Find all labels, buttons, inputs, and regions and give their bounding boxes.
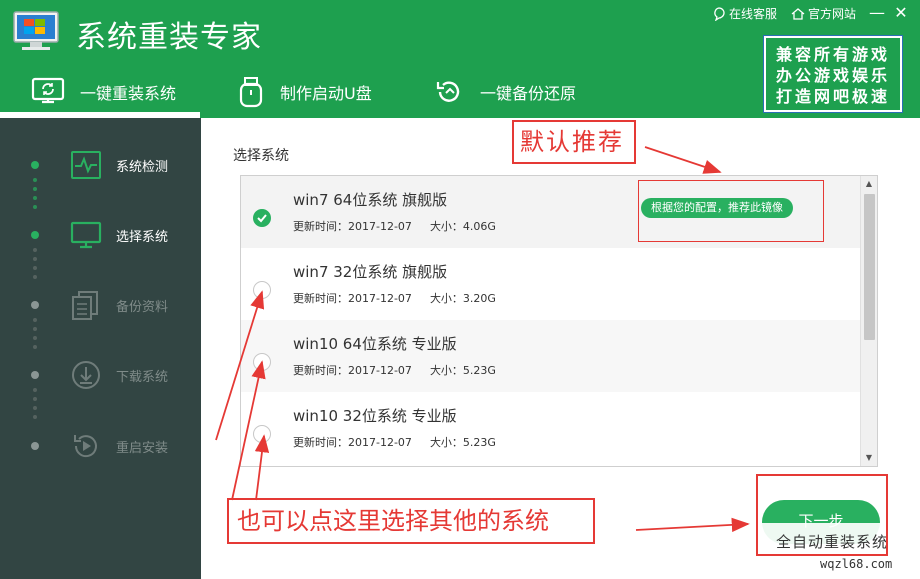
- backup-restore-icon: [436, 81, 460, 102]
- radio-unselected[interactable]: [253, 425, 271, 443]
- step-dot: [31, 301, 39, 309]
- tab-label: 一键重装系统: [80, 84, 177, 103]
- official-site-link[interactable]: 官方网站: [791, 5, 856, 22]
- step-restart-install[interactable]: 重启安装: [0, 426, 201, 466]
- step-select-system[interactable]: 选择系统: [0, 215, 201, 255]
- system-name: win10 64位系统 专业版: [293, 335, 457, 353]
- step-connector: [33, 248, 37, 284]
- step-download-system[interactable]: 下载系统: [0, 355, 201, 395]
- radio-selected[interactable]: [253, 209, 271, 227]
- tab-backup-restore[interactable]: 一键备份还原: [432, 66, 602, 118]
- step-label: 备份资料: [116, 299, 169, 315]
- usb-drive-icon: [239, 77, 263, 108]
- system-meta: 更新时间：2017-12-07 大小：5.23G: [293, 434, 496, 450]
- step-label: 重启安装: [116, 440, 169, 456]
- annotation-badge-box: [638, 180, 824, 242]
- checkmark-icon: [257, 214, 267, 223]
- step-dot: [31, 371, 39, 379]
- step-system-check[interactable]: 系统检测: [0, 145, 201, 185]
- online-service-label: 在线客服: [728, 7, 777, 21]
- online-service-link[interactable]: 在线客服: [712, 5, 777, 22]
- system-meta: 更新时间：2017-12-07 大小：5.23G: [293, 362, 496, 378]
- system-size: 大小：5.23G: [429, 364, 496, 377]
- system-option-win10-32[interactable]: win10 32位系统 专业版 更新时间：2017-12-07 大小：5.23G: [241, 392, 861, 464]
- step-label: 选择系统: [116, 229, 169, 245]
- system-size: 大小：3.20G: [429, 292, 496, 305]
- tab-make-usb[interactable]: 制作启动U盘: [236, 66, 406, 118]
- system-option-win10-64[interactable]: win10 64位系统 专业版 更新时间：2017-12-07 大小：5.23G: [241, 320, 861, 392]
- top-links: 在线客服 官方网站: [712, 5, 856, 22]
- header-bar: 系统重装专家 在线客服 官方网站 — ✕ 兼容所有游戏 办公游戏娱乐 打造网吧极…: [0, 0, 920, 118]
- annotation-next-box: [756, 474, 888, 556]
- radio-unselected[interactable]: [253, 353, 271, 371]
- scroll-thumb[interactable]: [864, 194, 875, 340]
- download-icon: [72, 361, 100, 389]
- step-label: 下载系统: [116, 369, 169, 385]
- arrow-to-badge: [644, 146, 722, 174]
- section-heading: 选择系统: [233, 148, 289, 164]
- close-button[interactable]: ✕: [892, 4, 910, 22]
- update-time: 更新时间：2017-12-07: [293, 292, 412, 305]
- update-time: 更新时间：2017-12-07: [293, 436, 412, 449]
- system-option-win7-32[interactable]: win7 32位系统 旗舰版 更新时间：2017-12-07 大小：3.20G: [241, 248, 861, 320]
- documents-icon: [72, 291, 98, 320]
- tab-label: 一键备份还原: [480, 84, 577, 103]
- desktop-icon: [70, 221, 102, 249]
- update-time: 更新时间：2017-12-07: [293, 220, 412, 233]
- scroll-down-arrow-icon[interactable]: ▼: [861, 450, 877, 466]
- app-title: 系统重装专家: [76, 20, 262, 55]
- system-meta: 更新时间：2017-12-07 大小：3.20G: [293, 290, 496, 306]
- pulse-monitor-icon: [71, 151, 101, 179]
- promo-line: 兼容所有游戏: [775, 45, 890, 64]
- promo-banner: 兼容所有游戏 办公游戏娱乐 打造网吧极速: [763, 35, 903, 113]
- app-logo-icon: [13, 11, 59, 50]
- system-size: 大小：4.06G: [429, 220, 496, 233]
- tab-one-click-reinstall[interactable]: 一键重装系统: [30, 66, 200, 118]
- annotation-other-systems: 也可以点这里选择其他的系统: [227, 498, 595, 544]
- minimize-button[interactable]: —: [868, 4, 886, 22]
- official-site-label: 官方网站: [807, 7, 856, 21]
- steps-sidebar: 系统检测 选择系统 备份资料 下载系统 重启安装: [0, 118, 201, 579]
- chat-bubble-icon: [714, 6, 725, 21]
- watermark-url: wqzl68.com: [820, 557, 893, 571]
- step-label: 系统检测: [116, 159, 169, 175]
- step-connector: [33, 388, 37, 424]
- system-name: win7 64位系统 旗舰版: [293, 191, 448, 209]
- step-dot: [31, 231, 39, 239]
- list-scrollbar[interactable]: ▲ ▼: [860, 176, 877, 466]
- scroll-up-arrow-icon[interactable]: ▲: [861, 176, 877, 192]
- step-connector: [33, 318, 37, 354]
- home-icon: [791, 7, 805, 20]
- system-meta: 更新时间：2017-12-07 大小：4.06G: [293, 218, 496, 234]
- arrow-to-next: [635, 517, 750, 533]
- restart-icon: [74, 435, 97, 458]
- step-dot: [31, 161, 39, 169]
- system-size: 大小：5.23G: [429, 436, 496, 449]
- radio-unselected[interactable]: [253, 281, 271, 299]
- system-name: win7 32位系统 旗舰版: [293, 263, 448, 281]
- monitor-refresh-icon: [31, 77, 65, 104]
- step-connector: [33, 178, 37, 214]
- step-dot: [31, 442, 39, 450]
- promo-line: 打造网吧极速: [775, 87, 890, 106]
- system-name: win10 32位系统 专业版: [293, 407, 457, 425]
- promo-line: 办公游戏娱乐: [775, 66, 890, 85]
- step-backup-data[interactable]: 备份资料: [0, 285, 201, 325]
- tab-label: 制作启动U盘: [280, 84, 372, 103]
- annotation-recommend: 默认推荐: [512, 120, 636, 164]
- update-time: 更新时间：2017-12-07: [293, 364, 412, 377]
